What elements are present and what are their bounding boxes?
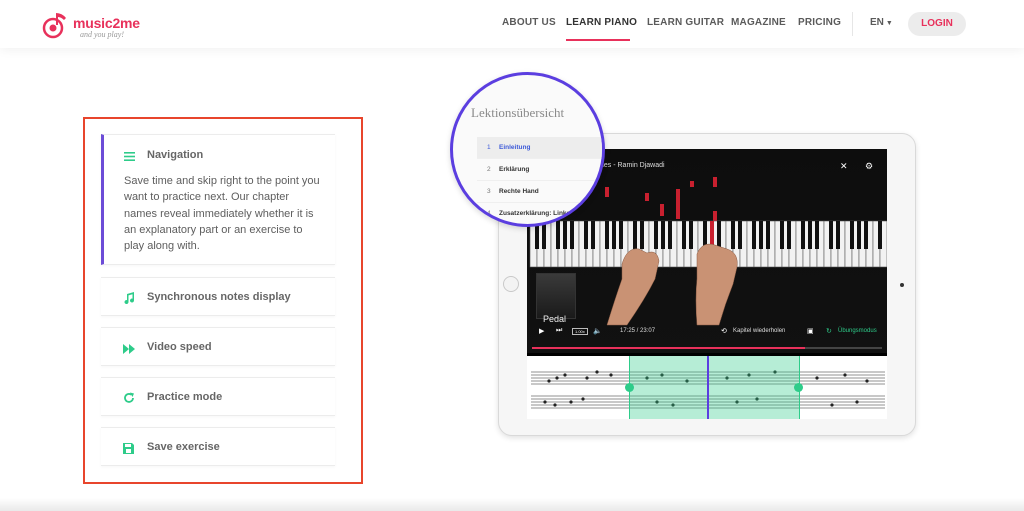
redo-icon[interactable]: ↻: [826, 327, 832, 335]
lesson-label: Zusatzerklärung: Linke H: [499, 210, 577, 217]
repeat-icon[interactable]: ⟲: [721, 327, 727, 335]
nav-magazine[interactable]: MAGAZINE: [731, 17, 786, 28]
lesson-item[interactable]: 3 Rechte Hand: [477, 181, 602, 203]
close-icon[interactable]: ✕: [840, 161, 848, 172]
skip-next-icon[interactable]: ⏭: [556, 327, 562, 335]
lesson-label: Einleitung: [499, 144, 531, 151]
nav-learn-guitar[interactable]: LEARN GUITAR: [647, 17, 724, 28]
feature-navigation[interactable]: Navigation Save time and skip right to t…: [101, 134, 335, 265]
lesson-list: 1 Einleitung 2 Erklärung 3 Rechte Hand 4…: [477, 137, 602, 224]
feature-save-exercise[interactable]: Save exercise: [101, 427, 335, 466]
active-nav-indicator: [566, 39, 630, 41]
fast-forward-icon: [123, 341, 137, 355]
tablet-home-button: [503, 276, 519, 292]
feature-video-speed[interactable]: Video speed: [101, 327, 335, 366]
lesson-overview-title: Lektionsübersicht: [471, 105, 565, 120]
lesson-overview-magnifier: Lektionsübersicht 1 Einleitung 2 Erkläru…: [450, 72, 605, 227]
save-icon: [123, 441, 137, 455]
feature-title: Save exercise: [147, 441, 220, 453]
list-icon: [124, 149, 138, 163]
lesson-number: 4: [487, 210, 491, 217]
section-divider: [0, 498, 1024, 511]
lesson-number: 1: [487, 144, 491, 151]
feature-title: Video speed: [147, 341, 212, 353]
feature-practice-mode[interactable]: Practice mode: [101, 377, 335, 416]
feature-title: Navigation: [147, 149, 204, 161]
nav-pricing[interactable]: PRICING: [798, 17, 841, 28]
pedal-indicator: [536, 273, 576, 319]
speed-badge[interactable]: 1.00x: [572, 328, 588, 335]
feature-title: Synchronous notes display: [147, 291, 291, 303]
loop-start-handle[interactable]: [625, 383, 634, 392]
lesson-item[interactable]: 2 Erklärung: [477, 159, 602, 181]
logo-tagline: and you play!: [80, 30, 124, 39]
loop-end-handle[interactable]: [794, 383, 803, 392]
feature-title: Practice mode: [147, 391, 223, 403]
lesson-item[interactable]: 1 Einleitung: [477, 137, 602, 159]
site-header: music2me and you play! ABOUT US LEARN PI…: [0, 0, 1024, 48]
tablet-camera: [900, 283, 904, 287]
video-title: nes - Ramin Djawadi: [600, 162, 665, 169]
progress-fill: [532, 347, 805, 349]
loop-region[interactable]: [629, 356, 800, 419]
nav-divider: [852, 12, 853, 36]
play-icon[interactable]: ▶: [539, 327, 544, 335]
feature-description: Save time and skip right to the point yo…: [124, 175, 320, 253]
music-note-logo-icon: [42, 13, 66, 39]
logo-text: music2me: [73, 15, 140, 31]
login-button[interactable]: LOGIN: [908, 12, 966, 36]
logo[interactable]: music2me and you play!: [42, 9, 162, 41]
nav-learn-piano[interactable]: LEARN PIANO: [566, 17, 637, 28]
player-controls: ▶ ⏭ 1.00x 🔈 17:25 / 23:07 ⟲ Kapitel wied…: [527, 327, 887, 353]
time-display: 17:25 / 23:07: [620, 328, 656, 334]
lesson-label: Rechte Hand: [499, 188, 539, 195]
volume-icon[interactable]: 🔈: [593, 327, 602, 335]
progress-bar[interactable]: [532, 347, 882, 349]
redo-icon: [123, 391, 137, 405]
save-icon[interactable]: ▣: [807, 327, 814, 335]
music-note-icon: [123, 291, 137, 305]
lesson-number: 3: [487, 188, 491, 195]
feature-synchronous-notes[interactable]: Synchronous notes display: [101, 277, 335, 316]
language-label: EN: [870, 17, 884, 28]
playhead[interactable]: [707, 356, 709, 419]
language-selector[interactable]: EN ▼: [870, 17, 893, 28]
repeat-chapter-label[interactable]: Kapitel wiederholen: [733, 328, 785, 334]
pedal-label: Pedal: [543, 314, 567, 324]
practice-mode-label[interactable]: Übungsmodus: [838, 328, 877, 334]
nav-about-us[interactable]: ABOUT US: [502, 17, 556, 28]
lesson-number: 2: [487, 166, 491, 173]
sheet-music[interactable]: [527, 356, 887, 419]
lesson-item[interactable]: 4 Zusatzerklärung: Linke H: [477, 203, 602, 224]
caret-down-icon: ▼: [885, 20, 893, 27]
lesson-label: Erklärung: [499, 166, 530, 173]
gear-icon[interactable]: ⚙: [865, 161, 873, 172]
